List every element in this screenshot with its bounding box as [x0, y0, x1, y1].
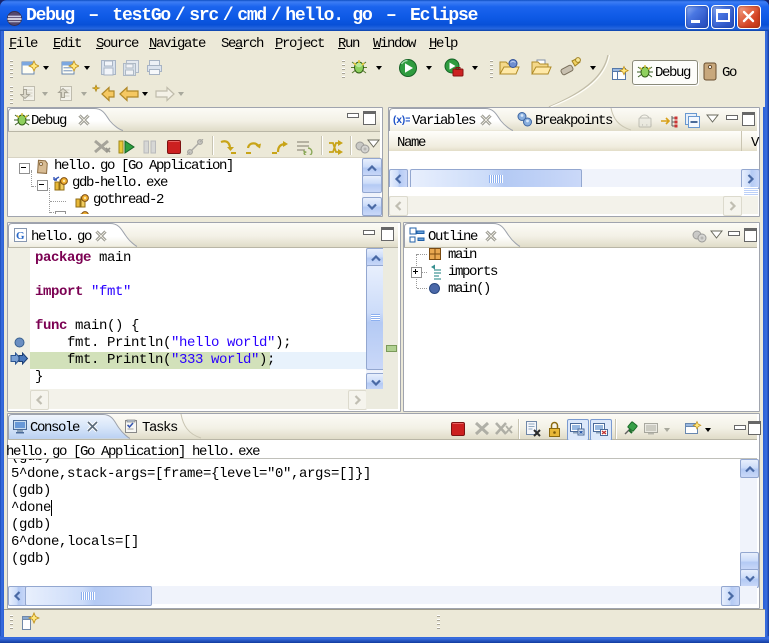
svg-text:(x)=: (x)= — [393, 115, 410, 126]
svg-text:G: G — [16, 230, 25, 242]
svg-text:...: ... — [641, 121, 654, 129]
